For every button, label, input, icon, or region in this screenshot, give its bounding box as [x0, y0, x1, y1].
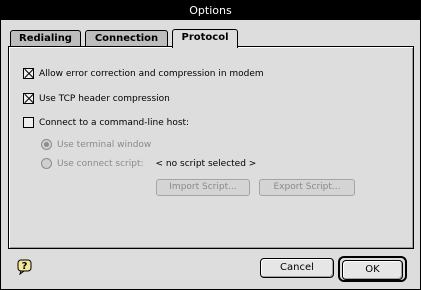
tab-protocol[interactable]: Protocol — [172, 29, 238, 48]
tcp-header-checkbox[interactable] — [23, 93, 34, 104]
tcp-header-label: Use TCP header compression — [39, 93, 170, 104]
connect-host-label: Connect to a command-line host: — [39, 117, 190, 128]
help-balloon-icon[interactable]: ? — [17, 259, 33, 275]
cancel-button[interactable]: Cancel — [260, 258, 334, 278]
window-title: Options — [1, 1, 420, 20]
tcp-header-option[interactable]: Use TCP header compression — [23, 93, 170, 104]
svg-text:?: ? — [22, 261, 28, 272]
export-script-button[interactable]: Export Script... — [259, 179, 355, 196]
connect-host-option[interactable]: Connect to a command-line host: — [23, 117, 189, 128]
options-dialog: Options Redialing Connection Protocol Al… — [0, 0, 421, 290]
import-script-button[interactable]: Import Script... — [156, 179, 250, 196]
allow-error-correction-option[interactable]: Allow error correction and compression i… — [23, 68, 264, 79]
use-terminal-label: Use terminal window — [57, 139, 152, 150]
tab-redialing[interactable]: Redialing — [10, 30, 81, 47]
ok-button[interactable]: OK — [342, 260, 403, 280]
use-terminal-option[interactable]: Use terminal window — [41, 139, 151, 150]
use-terminal-radio[interactable] — [41, 139, 52, 150]
connect-host-checkbox[interactable] — [23, 117, 34, 128]
use-script-radio[interactable] — [41, 158, 52, 169]
tab-connection[interactable]: Connection — [85, 30, 168, 47]
script-value: < no script selected > — [155, 158, 257, 169]
use-script-label: Use connect script: — [57, 158, 144, 169]
allow-error-correction-label: Allow error correction and compression i… — [39, 68, 264, 79]
use-script-option[interactable]: Use connect script: < no script selected… — [41, 158, 256, 169]
allow-error-correction-checkbox[interactable] — [23, 68, 34, 79]
